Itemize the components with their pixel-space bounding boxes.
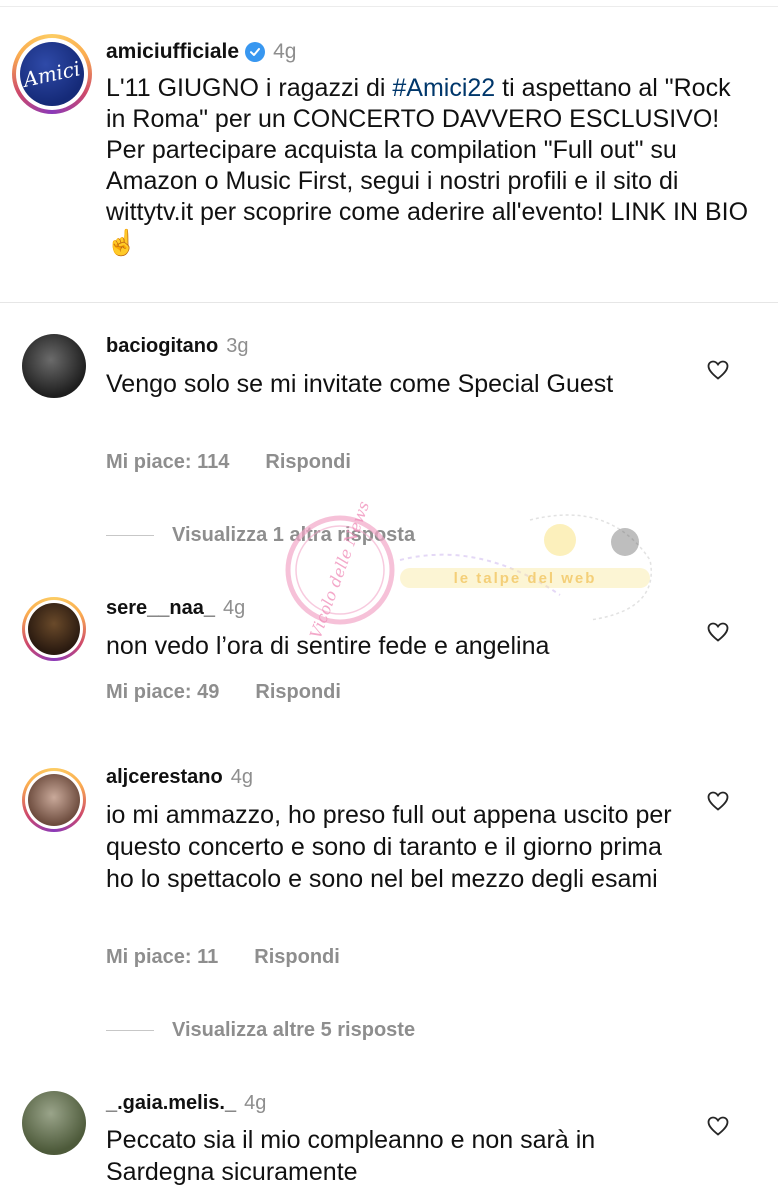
comment-text: Peccato sia il mio compleanno e non sarà… bbox=[106, 1126, 596, 1186]
comment-text: Vengo solo se mi invitate come Special G… bbox=[106, 370, 614, 398]
reply-button[interactable]: Rispondi bbox=[255, 681, 341, 704]
likes-count[interactable]: Mi piace: 49 bbox=[106, 681, 219, 704]
caption-divider bbox=[0, 302, 778, 303]
comment-time: 4g bbox=[230, 765, 253, 788]
comment-username[interactable]: aljcerestano bbox=[106, 766, 223, 789]
heart-icon[interactable] bbox=[706, 358, 730, 382]
avatar[interactable] bbox=[22, 1091, 86, 1155]
reply-button[interactable]: Rispondi bbox=[254, 946, 340, 969]
heart-icon[interactable] bbox=[706, 1114, 730, 1138]
amici-logo: Amici bbox=[21, 56, 83, 92]
replies-line bbox=[106, 1029, 154, 1031]
view-replies-label: Visualizza 1 altra risposta bbox=[172, 523, 416, 546]
avatar[interactable] bbox=[22, 597, 86, 661]
hashtag-link[interactable]: #Amici22 bbox=[392, 74, 495, 102]
comment-text: io mi ammazzo, ho preso full out appena … bbox=[106, 801, 672, 893]
top-divider bbox=[0, 6, 778, 7]
comment-time: 3g bbox=[226, 334, 249, 357]
comment-time: 4g bbox=[244, 1091, 267, 1114]
comment-username[interactable]: _.gaia.melis._ bbox=[106, 1092, 236, 1115]
caption-time: 4g bbox=[273, 40, 297, 63]
view-replies-label: Visualizza altre 5 risposte bbox=[172, 1018, 416, 1041]
heart-icon[interactable] bbox=[706, 789, 730, 813]
caption-username[interactable]: amiciufficiale bbox=[106, 40, 239, 64]
likes-count[interactable]: Mi piace: 11 bbox=[106, 946, 218, 969]
avatar[interactable] bbox=[22, 768, 86, 832]
watermark-banner: le talpe del web bbox=[454, 570, 597, 587]
verified-badge-icon bbox=[245, 42, 266, 62]
caption-avatar[interactable]: Amici bbox=[12, 34, 92, 114]
comment-username[interactable]: sere__naa_ bbox=[106, 597, 215, 620]
view-replies-button[interactable]: Visualizza altre 5 risposte bbox=[106, 1016, 415, 1044]
comment-time: 4g bbox=[222, 596, 246, 619]
comment-text: non vedo l’ora di sentire fede e angelin… bbox=[106, 632, 550, 660]
avatar[interactable] bbox=[22, 334, 86, 398]
reply-button[interactable]: Rispondi bbox=[265, 451, 351, 474]
replies-line bbox=[106, 534, 154, 536]
likes-count[interactable]: Mi piace: 114 bbox=[106, 451, 229, 474]
caption-text: L'11 GIUGNO i ragazzi di #Amici22 ti asp… bbox=[106, 74, 749, 257]
heart-icon[interactable] bbox=[706, 620, 730, 644]
view-replies-button[interactable]: Visualizza 1 altra risposta bbox=[106, 521, 415, 549]
caption-header: amiciufficiale 4g bbox=[106, 36, 296, 68]
comment-username[interactable]: baciogitano bbox=[106, 335, 218, 358]
